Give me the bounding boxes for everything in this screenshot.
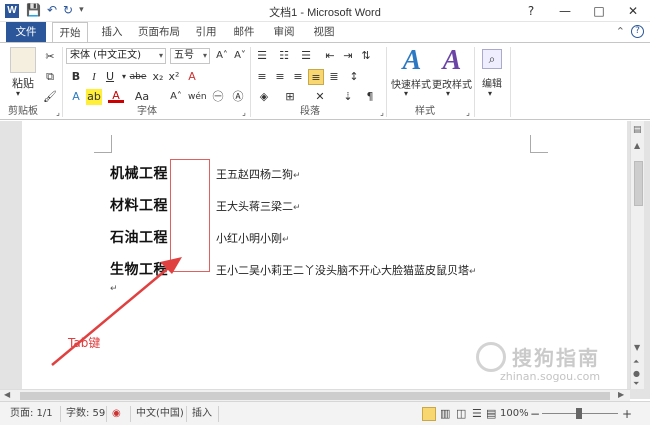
- proofing-icon[interactable]: ◉: [112, 407, 121, 421]
- print-layout-icon[interactable]: [422, 407, 436, 421]
- web-layout-icon[interactable]: ◫: [456, 407, 466, 421]
- word-count[interactable]: 字数: 59: [66, 407, 105, 421]
- language-indicator[interactable]: 中文(中国): [136, 407, 184, 421]
- status-bar: 页面: 1/1 字数: 59 ◉ 中文(中国) 插入 ▥ ◫ ☰ ▤ 100% …: [0, 401, 650, 425]
- outline-icon[interactable]: ☰: [472, 407, 482, 421]
- draft-icon[interactable]: ▤: [486, 407, 496, 421]
- watermark-url: zhinan.sogou.com: [500, 370, 601, 383]
- tab-key-annotation: Tab键: [68, 336, 101, 350]
- full-screen-reading-icon[interactable]: ▥: [440, 407, 450, 421]
- zoom-slider-thumb[interactable]: [576, 408, 582, 419]
- zoom-level[interactable]: 100%: [500, 407, 529, 421]
- status-divider: [130, 406, 131, 422]
- zoom-in-button[interactable]: +: [622, 407, 632, 421]
- sogou-logo-icon: [476, 342, 506, 372]
- status-divider: [106, 406, 107, 422]
- insert-mode-indicator[interactable]: 插入: [192, 407, 212, 421]
- zoom-out-button[interactable]: −: [530, 407, 540, 421]
- watermark-title: 搜狗指南: [512, 346, 600, 370]
- status-divider: [60, 406, 61, 422]
- watermark: 搜狗指南 zhinan.sogou.com: [470, 338, 630, 388]
- page-count[interactable]: 页面: 1/1: [10, 407, 53, 421]
- status-divider: [186, 406, 187, 422]
- status-divider: [218, 406, 219, 422]
